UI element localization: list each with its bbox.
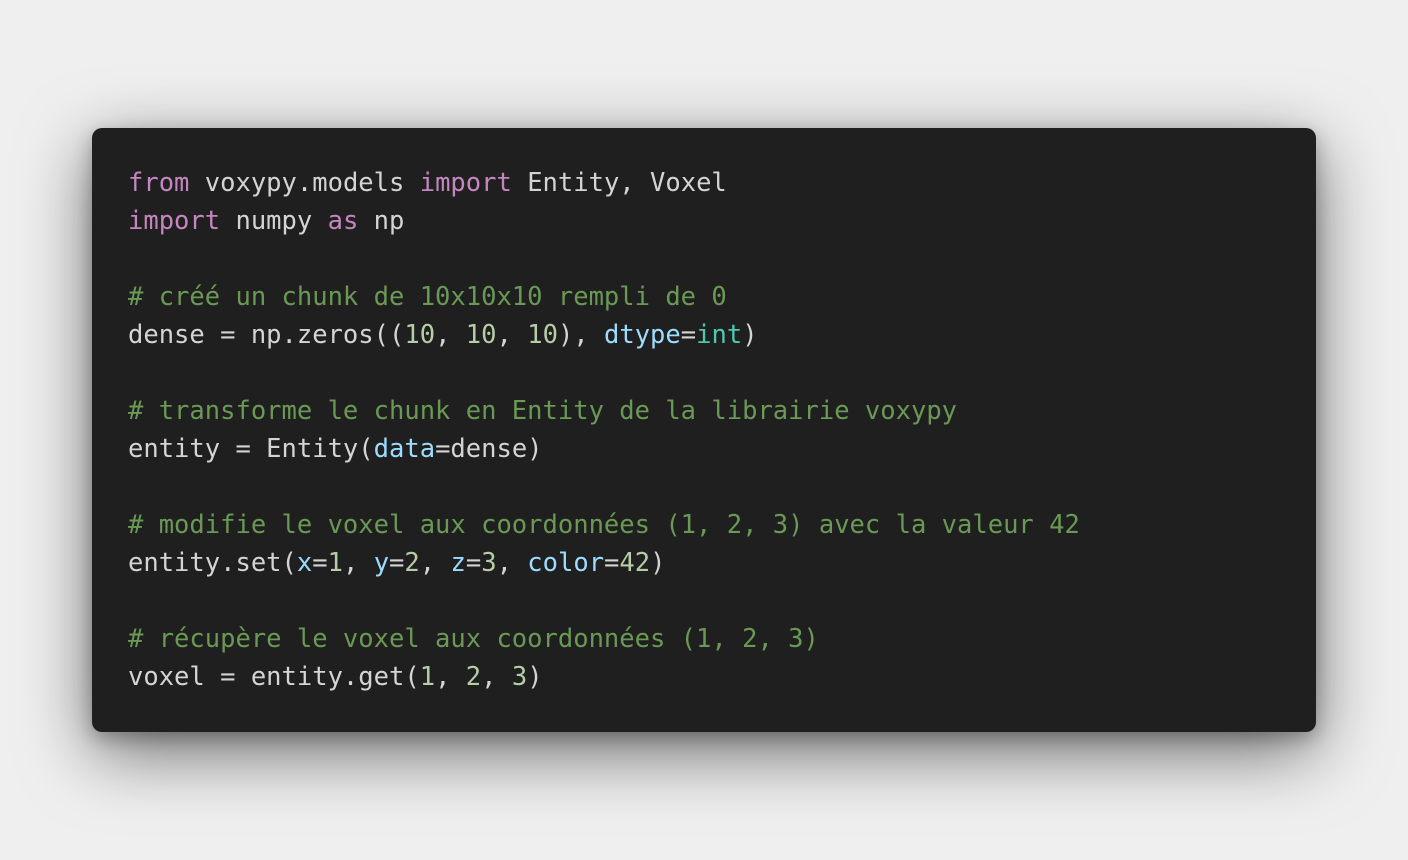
- blank-code-line: [128, 240, 1080, 278]
- code-token-plain: ),: [557, 320, 604, 350]
- code-token-type: int: [696, 320, 743, 350]
- blank-code-line: [128, 582, 1080, 620]
- code-token-param: dtype: [604, 320, 681, 350]
- code-token-plain: numpy: [220, 206, 328, 236]
- code-token-number: 1: [419, 662, 436, 692]
- code-line: entity.set(x=1, y=2, z=3, color=42): [128, 544, 1080, 582]
- code-token-comment: # créé un chunk de 10x10x10 rempli de 0: [128, 282, 727, 312]
- code-line: # créé un chunk de 10x10x10 rempli de 0: [128, 278, 1080, 316]
- code-token-plain: =: [465, 548, 482, 578]
- code-token-keyword: from: [128, 168, 190, 198]
- code-token-plain: =dense): [435, 434, 543, 464]
- code-token-plain: =: [680, 320, 697, 350]
- code-token-number: 2: [404, 548, 420, 578]
- code-token-param: x: [296, 548, 313, 578]
- code-token-plain: ,: [342, 548, 374, 578]
- code-line: # transforme le chunk en Entity de la li…: [128, 392, 1080, 430]
- code-line: from voxypy.models import Entity, Voxel: [128, 164, 1080, 202]
- code-snippet-card: from voxypy.models import Entity, Voxel i…: [92, 128, 1316, 732]
- code-token-param: z: [450, 548, 466, 578]
- code-token-plain: np: [358, 206, 405, 236]
- code-token-number: 1: [327, 548, 343, 578]
- code-token-number: 3: [511, 662, 528, 692]
- code-token-plain: ,: [481, 662, 512, 692]
- code-token-param: data: [373, 434, 436, 464]
- code-token-keyword: as: [327, 206, 359, 236]
- code-token-plain: ): [527, 662, 543, 692]
- code-token-plain: ): [650, 548, 666, 578]
- code-token-number: 3: [481, 548, 497, 578]
- code-token-number: 10: [465, 320, 497, 350]
- code-token-plain: entity.set(: [128, 548, 297, 578]
- code-token-keyword: import: [128, 206, 221, 236]
- code-line: # récupère le voxel aux coordonnées (1, …: [128, 620, 1080, 658]
- code-token-number: 42: [619, 548, 651, 578]
- code-token-plain: =: [604, 548, 620, 578]
- code-token-number: 10: [527, 320, 558, 350]
- code-token-plain: ,: [419, 548, 451, 578]
- code-token-plain: ,: [435, 662, 466, 692]
- code-token-plain: entity = Entity(: [128, 434, 374, 464]
- code-token-param: y: [373, 548, 390, 578]
- code-token-plain: ): [742, 320, 758, 350]
- code-line: dense = np.zeros((10, 10, 10), dtype=int…: [128, 316, 1080, 354]
- blank-code-line: [128, 468, 1080, 506]
- code-token-plain: Entity, Voxel: [511, 168, 727, 198]
- code-block: from voxypy.models import Entity, Voxel i…: [128, 164, 1080, 696]
- code-token-plain: voxel = entity.get(: [128, 662, 420, 692]
- code-token-plain: =: [389, 548, 405, 578]
- code-token-plain: ,: [435, 320, 466, 350]
- code-token-number: 2: [465, 662, 482, 692]
- code-token-plain: ,: [496, 320, 528, 350]
- code-token-comment: # transforme le chunk en Entity de la li…: [128, 396, 958, 426]
- code-token-param: color: [527, 548, 605, 578]
- code-line: entity = Entity(data=dense): [128, 430, 1080, 468]
- code-token-comment: # modifie le voxel aux coordonnées (1, 2…: [128, 510, 1080, 540]
- code-line: import numpy as np: [128, 202, 1080, 240]
- code-token-keyword: import: [419, 168, 512, 198]
- code-token-plain: ,: [496, 548, 528, 578]
- code-line: # modifie le voxel aux coordonnées (1, 2…: [128, 506, 1080, 544]
- code-token-number: 10: [404, 320, 436, 350]
- code-token-plain: =: [312, 548, 328, 578]
- code-token-plain: dense = np.zeros((: [128, 320, 405, 350]
- code-token-comment: # récupère le voxel aux coordonnées (1, …: [128, 624, 819, 654]
- blank-code-line: [128, 354, 1080, 392]
- code-line: voxel = entity.get(1, 2, 3): [128, 658, 1080, 696]
- code-token-plain: voxypy.models: [189, 168, 420, 198]
